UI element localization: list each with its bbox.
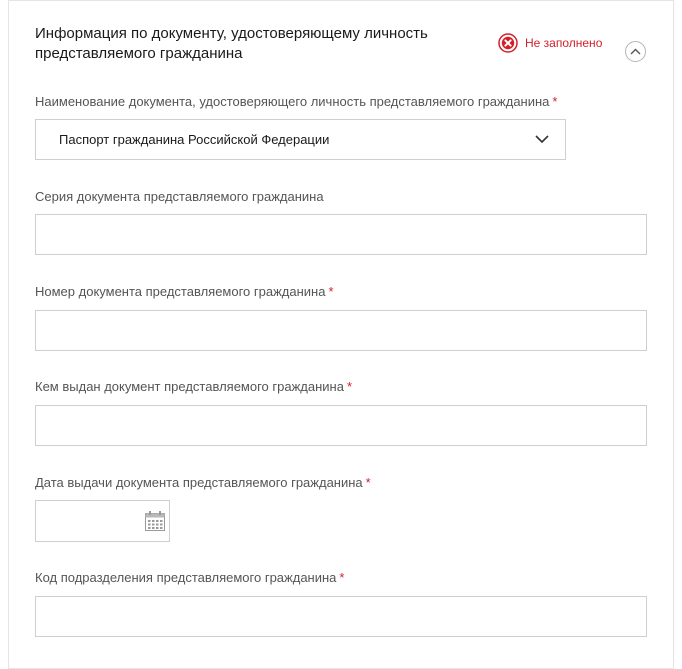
number-label: Номер документа представляемого граждани…: [35, 284, 334, 300]
chevron-down-icon: [535, 135, 549, 144]
calendar-icon[interactable]: [144, 510, 166, 532]
issue-date-label: Дата выдачи документа представляемого гр…: [35, 475, 371, 491]
division-code-input[interactable]: [35, 596, 647, 637]
series-label: Серия документа представляемого граждани…: [35, 189, 324, 205]
error-x-circle-icon: [498, 33, 518, 53]
required-mark: *: [346, 379, 353, 394]
collapse-section-button[interactable]: [625, 41, 646, 62]
series-input[interactable]: [35, 214, 647, 255]
division-code-label-text: Код подразделения представляемого гражда…: [35, 570, 337, 585]
doc-type-select[interactable]: Паспорт гражданина Российской Федерации: [35, 119, 566, 160]
division-code-label: Код подразделения представляемого гражда…: [35, 570, 344, 586]
issued-by-label: Кем выдан документ представляемого гражд…: [35, 379, 352, 395]
status-not-filled: Не заполнено: [498, 33, 602, 53]
section-title: Информация по документу, удостоверяющему…: [35, 25, 428, 62]
issued-by-input[interactable]: [35, 405, 647, 446]
status-text: Не заполнено: [525, 36, 603, 50]
issue-date-field[interactable]: [35, 500, 170, 542]
doc-type-label: Наименование документа, удостоверяющего …: [35, 94, 557, 110]
number-input[interactable]: [35, 310, 647, 351]
required-mark: *: [365, 475, 371, 490]
issued-by-label-text: Кем выдан документ представляемого гражд…: [35, 379, 344, 394]
required-mark: *: [328, 284, 334, 299]
required-mark: *: [339, 570, 345, 585]
series-label-text: Серия документа представляемого граждани…: [35, 189, 324, 204]
number-label-text: Номер документа представляемого граждани…: [35, 284, 326, 299]
doc-type-label-text: Наименование документа, удостоверяющего …: [35, 94, 550, 109]
issue-date-label-text: Дата выдачи документа представляемого гр…: [35, 475, 363, 490]
doc-type-selected-value: Паспорт гражданина Российской Федерации: [59, 132, 330, 147]
chevron-up-icon: [630, 48, 641, 55]
required-mark: *: [552, 94, 558, 109]
